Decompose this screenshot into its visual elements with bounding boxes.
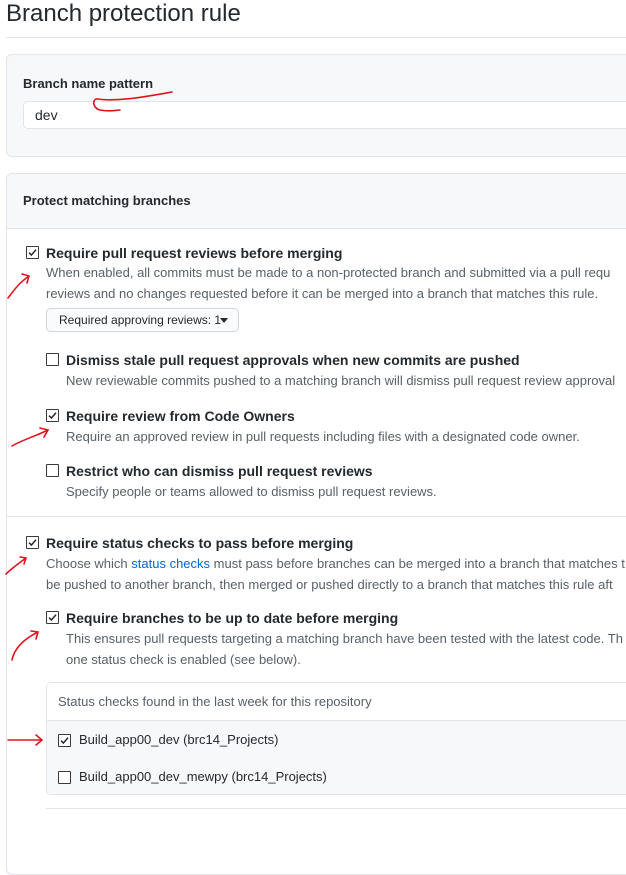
status-check-row[interactable]: Build_app00_dev (brc14_Projects) xyxy=(47,721,626,759)
status-checks-link[interactable]: status checks xyxy=(131,556,210,571)
up-to-date-desc-line1: This ensures pull requests targeting a m… xyxy=(66,631,623,646)
status-check-label: Build_app00_dev_mewpy (brc14_Projects) xyxy=(79,769,327,784)
protect-header-label: Protect matching branches xyxy=(23,193,191,208)
dismiss-stale-title: Dismiss stale pull request approvals whe… xyxy=(66,352,520,368)
approving-reviews-dropdown[interactable]: Required approving reviews: 1 xyxy=(46,308,239,332)
status-check-checkbox[interactable] xyxy=(58,734,71,747)
status-checks-desc-line1: Choose which status checks must pass bef… xyxy=(46,553,625,574)
up-to-date-desc-line2: one status check is enabled (see below). xyxy=(66,652,301,667)
status-checks-checkbox[interactable] xyxy=(26,536,39,549)
page-title: Branch protection rule xyxy=(6,0,241,27)
check-icon xyxy=(60,737,69,745)
dismiss-stale-checkbox[interactable] xyxy=(46,353,59,366)
code-owners-desc: Require an approved review in pull reque… xyxy=(66,429,580,444)
up-to-date-title: Require branches to be up to date before… xyxy=(66,610,399,626)
status-check-row[interactable]: Build_app00_dev_mewpy (brc14_Projects) xyxy=(47,758,626,794)
check-icon xyxy=(28,539,37,547)
status-checks-list-header: Status checks found in the last week for… xyxy=(47,683,626,721)
title-divider xyxy=(6,37,626,38)
check-icon xyxy=(48,412,57,420)
restrict-dismiss-title: Restrict who can dismiss pull request re… xyxy=(66,463,373,479)
status-checks-list-header-label: Status checks found in the last week for… xyxy=(58,694,372,709)
restrict-dismiss-checkbox[interactable] xyxy=(46,464,59,477)
require-reviews-title: Require pull request reviews before merg… xyxy=(46,245,343,261)
status-checks-title: Require status checks to pass before mer… xyxy=(46,535,354,551)
status-check-label: Build_app00_dev (brc14_Projects) xyxy=(79,732,279,747)
require-reviews-checkbox[interactable] xyxy=(26,246,39,259)
status-checks-desc-prefix: Choose which xyxy=(46,556,132,571)
branch-name-input[interactable] xyxy=(23,101,626,129)
protect-header: Protect matching branches xyxy=(7,174,626,229)
code-owners-checkbox[interactable] xyxy=(46,409,59,422)
dismiss-stale-desc: New reviewable commits pushed to a match… xyxy=(66,373,616,388)
check-icon xyxy=(28,249,37,257)
caret-down-icon xyxy=(220,318,228,323)
require-reviews-desc-line1: When enabled, all commits must be made t… xyxy=(46,265,611,280)
status-check-checkbox[interactable] xyxy=(58,771,71,784)
require-reviews-desc-line2: reviews and no changes requested before … xyxy=(46,286,599,301)
branch-name-section: Branch name pattern xyxy=(6,54,626,157)
status-checks-desc-suffix: must pass before branches can be merged … xyxy=(210,556,625,571)
check-icon xyxy=(48,614,57,622)
status-checks-list: Status checks found in the last week for… xyxy=(46,682,626,795)
up-to-date-checkbox[interactable] xyxy=(46,611,59,624)
status-checks-desc-line2: be pushed to another branch, then merged… xyxy=(46,577,613,592)
approving-reviews-label: Required approving reviews: 1 xyxy=(59,313,222,327)
code-owners-title: Require review from Code Owners xyxy=(66,408,295,424)
bottom-divider xyxy=(46,808,626,809)
branch-name-label: Branch name pattern xyxy=(23,76,154,91)
restrict-dismiss-desc: Specify people or teams allowed to dismi… xyxy=(66,484,437,499)
section-divider xyxy=(6,516,626,517)
